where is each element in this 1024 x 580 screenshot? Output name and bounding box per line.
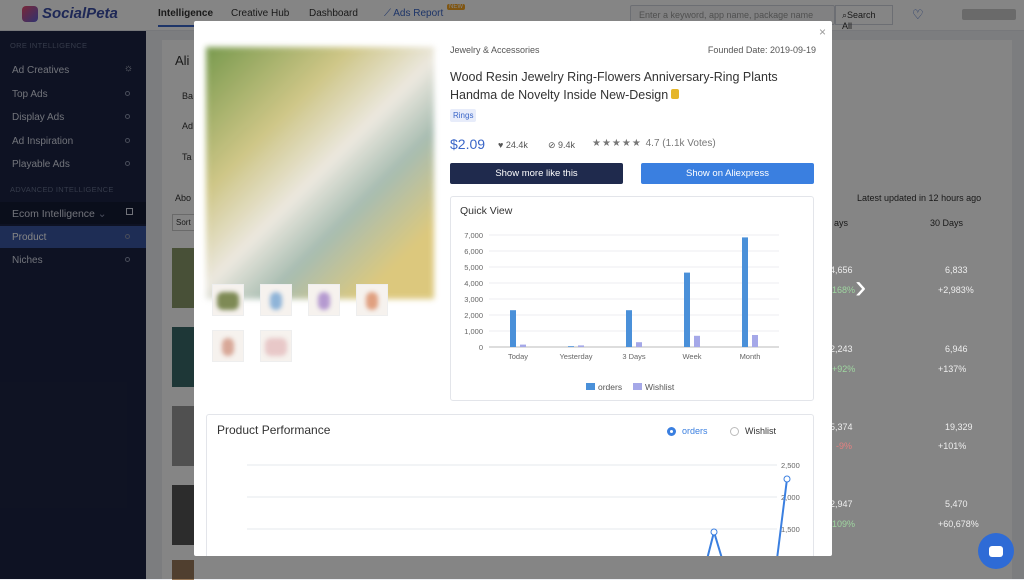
thumbnail-image — [366, 292, 378, 310]
row-value: 6,946 — [945, 344, 968, 354]
x-tick-label: Yesterday — [559, 352, 592, 361]
y-tick-label: 1,000 — [464, 327, 483, 336]
y-tick-label: 6,000 — [464, 247, 483, 256]
series-line-orders — [776, 478, 788, 556]
row-change: +2,983% — [938, 285, 974, 295]
thumbnail-image — [270, 292, 282, 310]
star-icon: ★★★★★ — [592, 138, 642, 149]
rating-text: 4.7 (1.1k Votes) — [645, 138, 716, 149]
y-tick-label: 3,000 — [464, 295, 483, 304]
x-tick-label: Today — [508, 352, 528, 361]
likes-count: 24.4k — [505, 140, 528, 150]
rating: ★★★★★ 4.7 (1.1k Votes) — [592, 138, 716, 149]
tags-count: 9.4k — [558, 140, 576, 150]
thumbnail-image — [222, 338, 234, 356]
product-title: Wood Resin Jewelry Ring-Flowers Annivers… — [450, 68, 812, 104]
show-on-aliexpress-button[interactable]: Show on Aliexpress — [641, 163, 814, 184]
x-tick-label: Week — [682, 352, 701, 361]
chat-button[interactable] — [978, 533, 1014, 569]
row-change: +60,678% — [938, 519, 979, 529]
bar-wishlist — [578, 345, 584, 347]
row-value: 2,947 — [830, 499, 853, 509]
row-change: +137% — [938, 364, 967, 374]
product-thumbnail[interactable] — [212, 284, 244, 316]
bar-orders — [626, 310, 632, 347]
bar-orders — [510, 310, 516, 347]
y-tick-label: 7,000 — [464, 231, 483, 240]
product-thumbnail[interactable] — [356, 284, 388, 316]
y-tick-label: 5,000 — [464, 263, 483, 272]
x-tick-label: Month — [740, 352, 761, 361]
quick-view-panel: Quick View 0 1,000 2,000 3,000 4,000 5,000 6,0… — [450, 196, 814, 401]
product-title-text: Wood Resin Jewelry Ring-Flowers Annivers… — [450, 70, 778, 102]
tag-icon: ⊘ — [548, 140, 559, 150]
row-change: +101% — [938, 441, 967, 451]
bar-orders — [568, 346, 574, 347]
row-change: 168% — [832, 285, 856, 295]
y-tick-label: 2,000 — [464, 311, 483, 320]
performance-chart: 1,5002,0002,500 — [247, 461, 800, 556]
y-tick-label: 4,000 — [464, 279, 483, 288]
bar-wishlist — [520, 344, 526, 347]
thumbnail-image — [318, 292, 330, 310]
legend-label: Wishlist — [645, 382, 675, 392]
bar-orders — [742, 237, 748, 347]
legend-swatch — [633, 383, 642, 390]
row-value: 4,656 — [830, 265, 853, 275]
medal-icon — [671, 89, 680, 99]
row-change: -9% — [836, 441, 853, 451]
legend-swatch — [586, 383, 595, 390]
row-change: +92% — [832, 364, 856, 374]
x-tick-label: 3 Days — [622, 352, 646, 361]
chat-bubble-icon — [989, 545, 1003, 557]
thumbnail-image — [265, 338, 287, 356]
row-value: 2,243 — [830, 344, 853, 354]
thumbnail-image — [217, 292, 239, 310]
likes-stat: ♥ 24.4k — [498, 140, 528, 150]
bar-wishlist — [694, 335, 700, 347]
row-change: 109% — [832, 519, 856, 529]
data-point — [710, 528, 718, 536]
close-icon[interactable]: × — [819, 25, 826, 39]
bar-wishlist — [752, 335, 758, 347]
row-value: 19,329 — [945, 422, 973, 432]
product-thumbnail[interactable] — [260, 330, 292, 362]
product-thumbnail[interactable] — [260, 284, 292, 316]
chevron-right-icon[interactable]: › — [855, 268, 866, 307]
product-performance-panel: Product Performance orders Wishlist 1,50… — [206, 414, 814, 556]
row-value: 6,833 — [945, 265, 968, 275]
product-thumbnail[interactable] — [212, 330, 244, 362]
product-detail-modal: × Jewelry & Accessories Founded Date: 20… — [194, 21, 832, 556]
y-tick-label: 1,500 — [781, 525, 800, 534]
product-main-image — [206, 47, 434, 299]
product-thumbnail[interactable] — [308, 284, 340, 316]
quick-view-chart: 0 1,000 2,000 3,000 4,000 5,000 6,000 7,000 Toda… — [464, 231, 779, 392]
bar-wishlist — [636, 342, 642, 347]
heart-icon: ♥ — [498, 140, 506, 150]
show-more-button[interactable]: Show more like this — [450, 163, 623, 184]
tags-stat: ⊘ 9.4k — [548, 140, 575, 151]
bar-orders — [684, 272, 690, 347]
series-line-orders — [706, 528, 723, 556]
row-value: 5,470 — [945, 499, 968, 509]
y-tick-label: 0 — [479, 343, 483, 352]
y-tick-label: 2,500 — [781, 461, 800, 470]
legend-label: orders — [598, 382, 622, 392]
product-price: $2.09 — [450, 136, 486, 152]
row-value: 5,374 — [830, 422, 853, 432]
product-tag[interactable]: Rings — [450, 109, 477, 122]
product-category: Jewelry & Accessories — [450, 45, 540, 55]
data-point — [783, 475, 791, 483]
founded-date: Founded Date: 2019-09-19 — [707, 45, 816, 55]
